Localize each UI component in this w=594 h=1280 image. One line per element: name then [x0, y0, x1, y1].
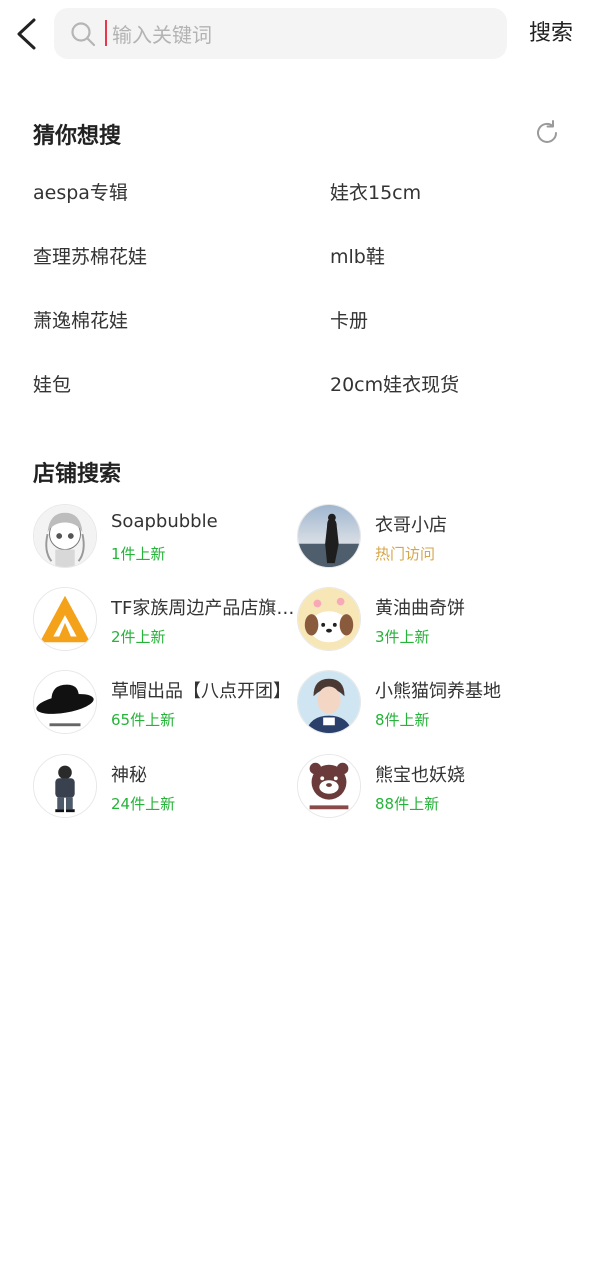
shop-item-soapbubble[interactable]: Soapbubble 1件上新 — [33, 504, 295, 572]
shop-status: 热门访问 — [375, 545, 436, 563]
shop-item-yige[interactable]: 衣哥小店 热门访问 — [297, 504, 559, 572]
suggestion-item[interactable]: mlb鞋 — [330, 242, 385, 269]
shop-avatar — [297, 670, 361, 734]
text-caret — [105, 20, 107, 46]
shop-avatar — [297, 587, 361, 651]
suggestion-item[interactable]: 卡册 — [330, 306, 368, 333]
shop-name: 神秘 — [111, 765, 147, 786]
shop-status: 24件上新 — [111, 795, 176, 813]
shop-status: 3件上新 — [375, 628, 430, 646]
suggestion-item[interactable]: 娃衣15cm — [330, 178, 421, 205]
suggestion-item[interactable]: 查理苏棉花娃 — [33, 242, 147, 269]
search-button[interactable]: 搜索 — [520, 18, 582, 50]
shop-item-mystery[interactable]: 神秘 24件上新 — [33, 754, 295, 822]
suggestion-item[interactable]: 娃包 — [33, 370, 71, 397]
search-box[interactable] — [54, 8, 507, 61]
top-bar: 搜索 — [0, 0, 594, 70]
shop-name: 衣哥小店 — [375, 515, 447, 536]
refresh-icon[interactable] — [532, 118, 562, 148]
suggestion-item[interactable]: aespa专辑 — [33, 178, 128, 205]
shop-item-butter-cookie[interactable]: 黄油曲奇饼 3件上新 — [297, 587, 559, 655]
shop-name: 草帽出品【八点开团】 — [111, 681, 291, 702]
search-input[interactable] — [110, 8, 494, 61]
shop-item-straw-hat[interactable]: 草帽出品【八点开团】 65件上新 — [33, 670, 295, 738]
back-arrow-icon[interactable] — [8, 12, 48, 56]
shop-name: Soapbubble — [111, 511, 218, 532]
shop-avatar — [297, 754, 361, 818]
suggestions-title: 猜你想搜 — [33, 124, 122, 149]
search-icon — [71, 22, 96, 47]
shop-status: 65件上新 — [111, 711, 176, 729]
shop-item-bear-bao[interactable]: 熊宝也妖娆 88件上新 — [297, 754, 559, 822]
shop-name: TF家族周边产品店旗舰店 — [111, 598, 295, 619]
shop-status: 8件上新 — [375, 711, 430, 729]
shop-avatar — [297, 504, 361, 568]
shop-status: 1件上新 — [111, 545, 166, 563]
suggestion-item[interactable]: 萧逸棉花娃 — [33, 306, 128, 333]
shop-name: 黄油曲奇饼 — [375, 598, 465, 619]
shop-avatar — [33, 504, 97, 568]
shop-avatar — [33, 670, 97, 734]
shop-avatar — [33, 587, 97, 651]
shop-status: 2件上新 — [111, 628, 166, 646]
shops-title: 店铺搜索 — [33, 462, 122, 487]
shop-item-red-panda-base[interactable]: 小熊猫饲养基地 8件上新 — [297, 670, 559, 738]
shop-status: 88件上新 — [375, 795, 440, 813]
shop-name: 熊宝也妖娆 — [375, 765, 465, 786]
suggestion-item[interactable]: 20cm娃衣现货 — [330, 370, 459, 397]
shop-name: 小熊猫饲养基地 — [375, 681, 501, 702]
shop-avatar — [33, 754, 97, 818]
shop-item-tf-family[interactable]: TF家族周边产品店旗舰店 2件上新 — [33, 587, 295, 655]
